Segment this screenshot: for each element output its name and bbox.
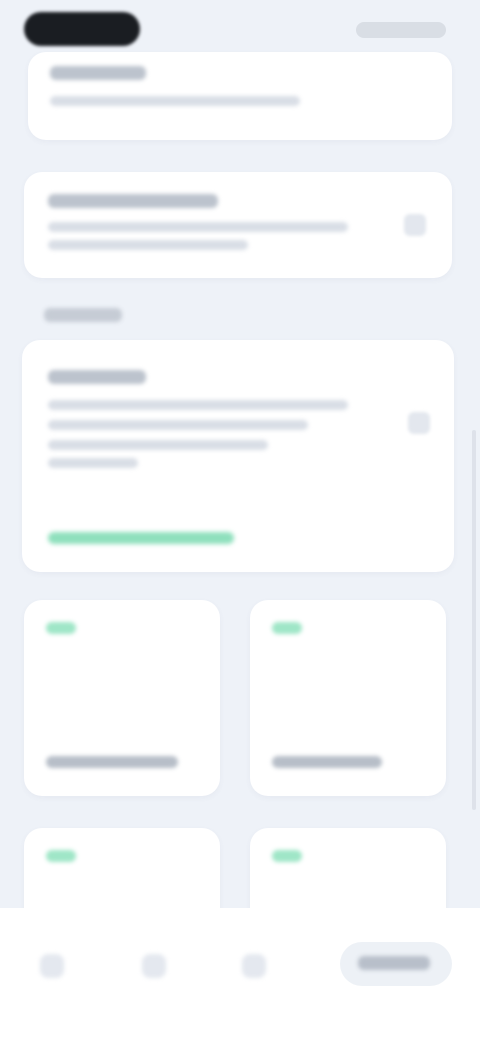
tile-tag	[46, 622, 76, 634]
tile-tag	[46, 850, 76, 862]
tile-1[interactable]	[24, 600, 220, 796]
feature-card-line-3	[48, 440, 268, 450]
feature-card-line-4	[48, 458, 138, 468]
scrollbar[interactable]	[472, 430, 476, 810]
notification-card-title	[48, 194, 218, 208]
tile-title	[272, 756, 382, 768]
grid-icon[interactable]	[242, 954, 266, 978]
summary-card-title	[50, 66, 146, 80]
tile-2[interactable]	[250, 600, 446, 796]
summary-card[interactable]	[28, 52, 452, 140]
tile-tag	[272, 850, 302, 862]
tile-tag	[272, 622, 302, 634]
app-screen	[0, 0, 480, 1040]
chevron-icon	[404, 214, 426, 236]
status-icons	[356, 22, 446, 38]
summary-card-subtitle	[50, 96, 300, 106]
feature-card[interactable]	[22, 340, 454, 572]
feature-card-line-1	[48, 400, 348, 410]
chart-icon[interactable]	[142, 954, 166, 978]
home-icon[interactable]	[40, 954, 64, 978]
bottom-nav	[0, 908, 480, 1040]
section-label	[44, 308, 122, 322]
chevron-icon	[408, 412, 430, 434]
notification-card-line-1	[48, 222, 348, 232]
feature-card-line-2	[48, 420, 308, 430]
status-time-pill	[24, 12, 140, 46]
nav-active-label	[358, 956, 430, 970]
feature-card-link[interactable]	[48, 532, 234, 544]
status-bar	[0, 0, 480, 52]
nav-active-tab[interactable]	[340, 942, 452, 986]
feature-card-title	[48, 370, 146, 384]
notification-card-line-2	[48, 240, 248, 250]
tile-title	[46, 756, 178, 768]
notification-card[interactable]	[24, 172, 452, 278]
